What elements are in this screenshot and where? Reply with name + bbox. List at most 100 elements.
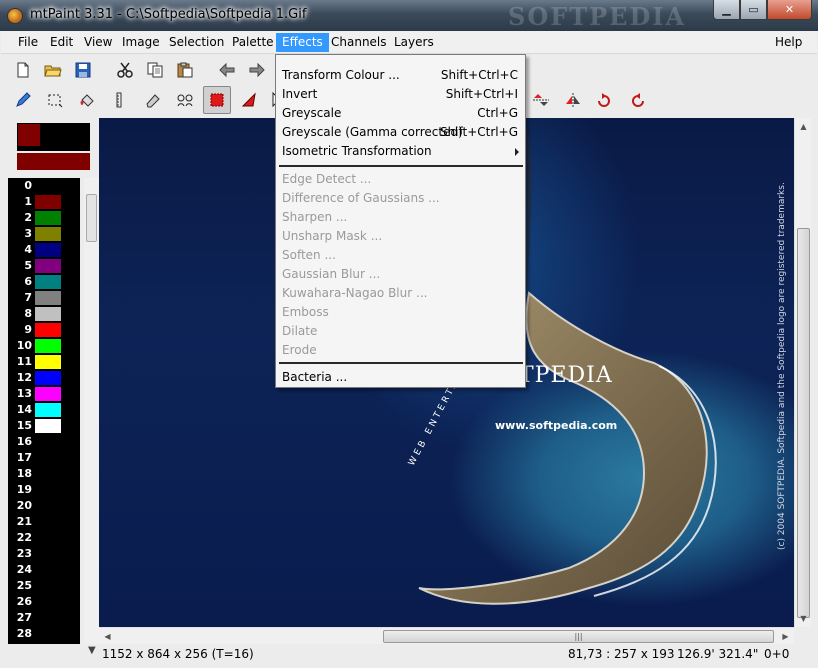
line-icon[interactable] bbox=[107, 88, 131, 112]
palette-entry[interactable]: 23 bbox=[8, 546, 80, 562]
palette-colour-swatch[interactable] bbox=[35, 403, 61, 417]
clone-icon[interactable] bbox=[173, 88, 197, 112]
palette-entry[interactable]: 5 bbox=[8, 258, 80, 274]
palette-colour-swatch[interactable] bbox=[35, 227, 61, 241]
palette-list[interactable]: 0 1 2 3 4 5 6 7 8 9 10 11 12 13 14 15 16 17 18 19 20 21 22 23 24… bbox=[8, 178, 80, 660]
menu-image[interactable]: Image bbox=[116, 33, 166, 52]
scroll-right-arrow[interactable]: ▶ bbox=[777, 628, 794, 645]
menu-effects[interactable]: Effects bbox=[276, 33, 329, 52]
palette-entry[interactable]: 13 bbox=[8, 386, 80, 402]
palette-entry[interactable]: 26 bbox=[8, 594, 80, 610]
flood-fill-icon[interactable] bbox=[75, 88, 99, 112]
flip-vertical-icon[interactable] bbox=[529, 88, 553, 112]
palette-entry[interactable]: 0 bbox=[8, 178, 80, 194]
colour-b-swatch[interactable] bbox=[17, 153, 90, 170]
pencil-icon[interactable] bbox=[11, 88, 35, 112]
effects-erode[interactable]: Erode bbox=[277, 341, 524, 360]
palette-entry[interactable]: 20 bbox=[8, 498, 80, 514]
palette-entry[interactable]: 7 bbox=[8, 290, 80, 306]
open-folder-icon[interactable] bbox=[41, 58, 65, 82]
palette-colour-swatch[interactable] bbox=[35, 323, 61, 337]
rotate-anticlockwise-icon[interactable] bbox=[625, 88, 649, 112]
effects-dilate[interactable]: Dilate bbox=[277, 322, 524, 341]
effects-kuwahara-nagao-blur[interactable]: Kuwahara-Nagao Blur ... bbox=[277, 284, 524, 303]
palette-entry[interactable]: 15 bbox=[8, 418, 80, 434]
maximize-button[interactable]: ▭ bbox=[740, 0, 767, 20]
palette-colour-swatch[interactable] bbox=[35, 195, 61, 209]
effects-edge-detect[interactable]: Edge Detect ... bbox=[277, 170, 524, 189]
menu-view[interactable]: View bbox=[78, 33, 118, 52]
palette-entry[interactable]: 16 bbox=[8, 434, 80, 450]
effects-difference-of-gaussians[interactable]: Difference of Gaussians ... bbox=[277, 189, 524, 208]
palette-entry[interactable]: 4 bbox=[8, 242, 80, 258]
effects-isometric-transformation[interactable]: Isometric Transformation bbox=[277, 142, 524, 161]
menu-palette[interactable]: Palette bbox=[226, 33, 280, 52]
scroll-left-arrow[interactable]: ◀ bbox=[99, 628, 116, 645]
horizontal-scroll-thumb[interactable]: ||| bbox=[383, 630, 774, 643]
smudge-icon[interactable] bbox=[237, 88, 261, 112]
palette-entry[interactable]: 28 bbox=[8, 626, 80, 642]
palette-colour-swatch[interactable] bbox=[35, 211, 61, 225]
foreground-colour[interactable] bbox=[18, 124, 40, 146]
eraser-icon[interactable] bbox=[141, 88, 165, 112]
effects-sharpen[interactable]: Sharpen ... bbox=[277, 208, 524, 227]
palette-colour-swatch[interactable] bbox=[35, 179, 61, 193]
copy-icon[interactable] bbox=[143, 58, 167, 82]
palette-entry[interactable]: 18 bbox=[8, 466, 80, 482]
palette-colour-swatch[interactable] bbox=[35, 291, 61, 305]
effects-gaussian-blur[interactable]: Gaussian Blur ... bbox=[277, 265, 524, 284]
palette-colour-swatch[interactable] bbox=[35, 243, 61, 257]
colour-a-swatch[interactable] bbox=[17, 123, 90, 151]
minimize-button[interactable]: ▁ bbox=[713, 0, 740, 20]
effects-greyscale-gamma[interactable]: Greyscale (Gamma corrected) Shift+Ctrl+G bbox=[277, 123, 524, 142]
palette-entry[interactable]: 9 bbox=[8, 322, 80, 338]
effects-bacteria[interactable]: Bacteria ... bbox=[277, 368, 524, 387]
menu-channels[interactable]: Channels bbox=[325, 33, 393, 52]
selection-tool-icon[interactable] bbox=[203, 86, 231, 114]
scroll-down-arrow[interactable]: ▼ bbox=[795, 610, 812, 627]
palette-colour-swatch[interactable] bbox=[35, 371, 61, 385]
close-button[interactable]: ✕ bbox=[767, 0, 812, 20]
palette-colour-swatch[interactable] bbox=[35, 259, 61, 273]
new-file-icon[interactable] bbox=[11, 58, 35, 82]
vertical-scroll-thumb[interactable] bbox=[797, 228, 810, 618]
palette-entry[interactable]: 14 bbox=[8, 402, 80, 418]
effects-unsharp-mask[interactable]: Unsharp Mask ... bbox=[277, 227, 524, 246]
canvas-vertical-scrollbar[interactable]: ▲ ▼ bbox=[794, 118, 811, 627]
palette-colour-swatch[interactable] bbox=[35, 307, 61, 321]
palette-colour-swatch[interactable] bbox=[35, 339, 61, 353]
palette-entry[interactable]: 6 bbox=[8, 274, 80, 290]
palette-colour-swatch[interactable] bbox=[35, 355, 61, 369]
menu-selection[interactable]: Selection bbox=[163, 33, 230, 52]
status-dropdown-icon[interactable]: ▼ bbox=[88, 645, 96, 656]
palette-entry[interactable]: 3 bbox=[8, 226, 80, 242]
palette-colour-swatch[interactable] bbox=[35, 275, 61, 289]
palette-entry[interactable]: 2 bbox=[8, 210, 80, 226]
palette-entry[interactable]: 24 bbox=[8, 562, 80, 578]
menu-file[interactable]: File bbox=[12, 33, 44, 52]
palette-entry[interactable]: 21 bbox=[8, 514, 80, 530]
palette-entry[interactable]: 8 bbox=[8, 306, 80, 322]
palette-entry[interactable]: 10 bbox=[8, 338, 80, 354]
palette-colour-swatch[interactable] bbox=[35, 419, 61, 433]
select-rectangle-icon[interactable] bbox=[43, 88, 67, 112]
canvas-horizontal-scrollbar[interactable]: ◀ ||| ▶ bbox=[99, 627, 794, 644]
palette-entry[interactable]: 22 bbox=[8, 530, 80, 546]
paste-icon[interactable] bbox=[173, 58, 197, 82]
effects-emboss[interactable]: Emboss bbox=[277, 303, 524, 322]
effects-invert[interactable]: Invert Shift+Ctrl+I bbox=[277, 85, 524, 104]
palette-entry[interactable]: 12 bbox=[8, 370, 80, 386]
scroll-up-arrow[interactable]: ▲ bbox=[795, 118, 812, 135]
rotate-clockwise-icon[interactable] bbox=[593, 88, 617, 112]
palette-colour-swatch[interactable] bbox=[35, 387, 61, 401]
palette-entry[interactable]: 17 bbox=[8, 450, 80, 466]
redo-icon[interactable] bbox=[245, 58, 269, 82]
palette-entry[interactable]: 27 bbox=[8, 610, 80, 626]
flip-horizontal-icon[interactable] bbox=[561, 88, 585, 112]
effects-transform-colour[interactable]: Transform Colour ... Shift+Ctrl+C bbox=[277, 66, 524, 85]
palette-entry[interactable]: 1 bbox=[8, 194, 80, 210]
save-icon[interactable] bbox=[71, 58, 95, 82]
menu-help[interactable]: Help bbox=[769, 33, 808, 52]
palette-scroll-thumb[interactable] bbox=[86, 194, 97, 242]
palette-scrollbar[interactable] bbox=[84, 178, 99, 660]
